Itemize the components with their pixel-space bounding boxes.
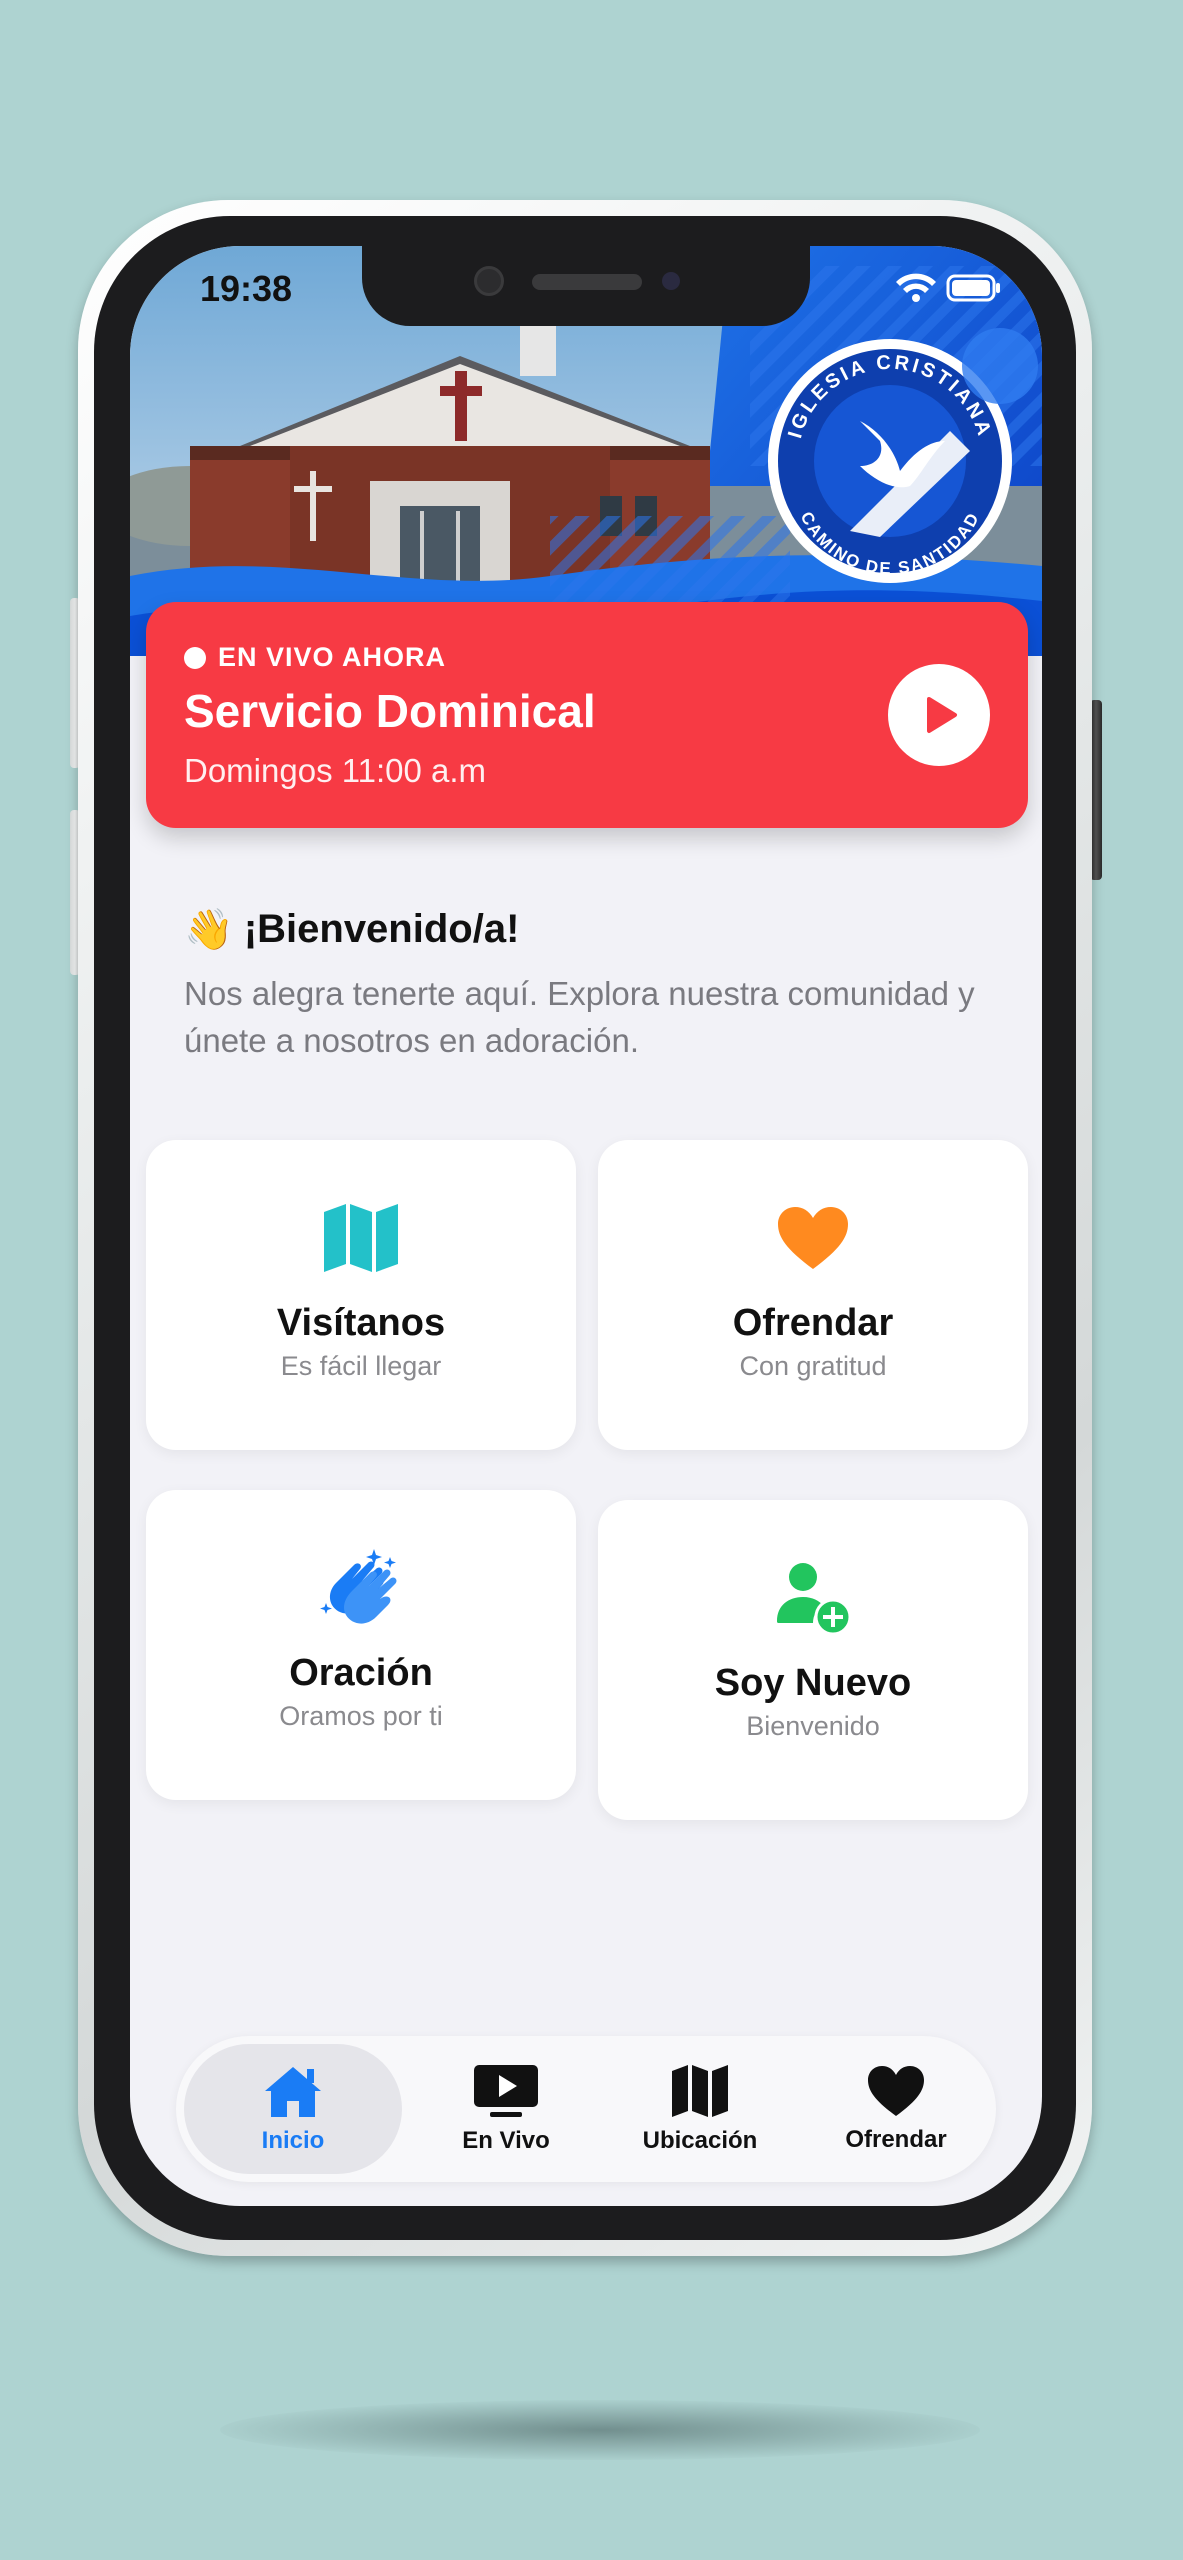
card-subtitle: Con gratitud — [739, 1351, 887, 1381]
heart-icon — [868, 2066, 924, 2116]
card-ofrendar[interactable]: Ofrendar Con gratitud — [598, 1140, 1028, 1450]
logo-text-top: IGLESIA CRISTIANA — [784, 352, 993, 441]
tab-inicio[interactable]: Inicio — [184, 2044, 402, 2174]
praying-hands-icon — [316, 1548, 406, 1628]
tab-ubicacion[interactable]: Ubicación — [600, 2036, 800, 2182]
phone-shadow — [220, 2400, 980, 2460]
card-subtitle: Bienvenido — [746, 1711, 880, 1741]
live-title: Servicio Dominical — [184, 685, 596, 737]
tab-label: Ubicación — [642, 2127, 758, 2154]
live-schedule: Domingos 11:00 a.m — [184, 752, 487, 789]
svg-text:CAMINO DE SANTIDAD: CAMINO DE SANTIDAD — [797, 509, 984, 579]
map-icon — [672, 2065, 728, 2117]
live-service-banner[interactable]: EN VIVO AHORA Servicio Dominical Domingo… — [146, 602, 1028, 828]
phone-notch — [362, 246, 810, 326]
welcome-heading: 👋 ¡Bienvenido/a! — [184, 906, 519, 953]
add-person-icon — [773, 1558, 853, 1638]
welcome-message: Nos alegra tenerte aquí. Explora nuestra… — [184, 975, 975, 1059]
live-tag: EN VIVO AHORA — [184, 642, 446, 673]
tab-ofrendar[interactable]: Ofrendar — [796, 2036, 996, 2182]
waving-hand-icon: 👋 — [184, 908, 234, 952]
tab-en-vivo[interactable]: En Vivo — [406, 2036, 606, 2182]
earpiece-speaker — [532, 274, 642, 290]
svg-text:IGLESIA CRISTIANA: IGLESIA CRISTIANA — [784, 352, 996, 441]
card-oracion[interactable]: Oración Oramos por ti — [146, 1490, 576, 1800]
tab-label: En Vivo — [462, 2127, 550, 2154]
card-title: Oración — [289, 1652, 433, 1694]
front-camera — [474, 266, 504, 296]
card-subtitle: Es fácil llegar — [280, 1351, 442, 1381]
card-soy-nuevo[interactable]: Soy Nuevo Bienvenido — [598, 1500, 1028, 1820]
card-title: Visítanos — [276, 1302, 446, 1344]
tab-label: Ofrendar — [845, 2126, 947, 2153]
card-title: Ofrendar — [732, 1302, 894, 1344]
live-dot-icon — [184, 646, 206, 669]
map-icon — [322, 1198, 400, 1278]
home-icon — [265, 2067, 321, 2117]
status-time: 19:38 — [200, 268, 293, 309]
logo-text-bottom: CAMINO DE SANTIDAD — [797, 509, 982, 579]
play-icon — [927, 697, 957, 733]
welcome-title: ¡Bienvenido/a! — [243, 907, 520, 951]
app-screen: IGLESIA CRISTIANA CAMINO DE SANTIDAD 19:… — [130, 246, 1042, 2206]
card-title: Soy Nuevo — [714, 1662, 912, 1704]
proximity-sensor — [662, 272, 680, 290]
tab-label: Inicio — [261, 2127, 325, 2154]
play-button[interactable] — [888, 664, 990, 766]
status-icons — [892, 270, 1002, 304]
heart-icon — [776, 1198, 850, 1278]
wifi-icon — [896, 273, 936, 302]
tab-bar: Inicio En Vivo Ubicación Ofrendar — [176, 2036, 996, 2182]
card-subtitle: Oramos por ti — [279, 1701, 443, 1731]
tv-play-icon — [474, 2065, 538, 2117]
battery-icon — [946, 274, 1000, 302]
card-visitanos[interactable]: Visítanos Es fácil llegar — [146, 1140, 576, 1450]
live-tag-label: EN VIVO AHORA — [218, 642, 447, 672]
